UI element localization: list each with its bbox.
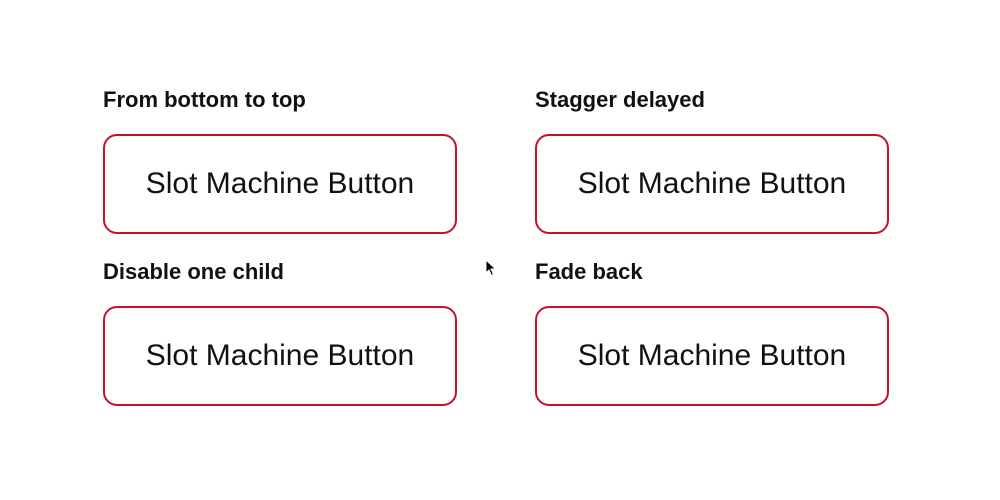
section-label: From bottom to top <box>103 87 306 112</box>
demo-stagger-delayed: Stagger delayed Slot Machine Button <box>535 86 889 234</box>
slot-machine-button[interactable]: Slot Machine Button <box>103 134 457 234</box>
demo-grid: From bottom to top Slot Machine Button S… <box>103 86 889 406</box>
section-label: Stagger delayed <box>535 87 705 112</box>
slot-machine-button[interactable]: Slot Machine Button <box>535 306 889 406</box>
section-label: Fade back <box>535 259 643 284</box>
slot-machine-button[interactable]: Slot Machine Button <box>535 134 889 234</box>
section-label: Disable one child <box>103 259 284 284</box>
demo-from-bottom-to-top: From bottom to top Slot Machine Button <box>103 86 457 234</box>
demo-disable-one-child: Disable one child Slot Machine Button <box>103 258 457 406</box>
demo-fade-back: Fade back Slot Machine Button <box>535 258 889 406</box>
slot-machine-button[interactable]: Slot Machine Button <box>103 306 457 406</box>
